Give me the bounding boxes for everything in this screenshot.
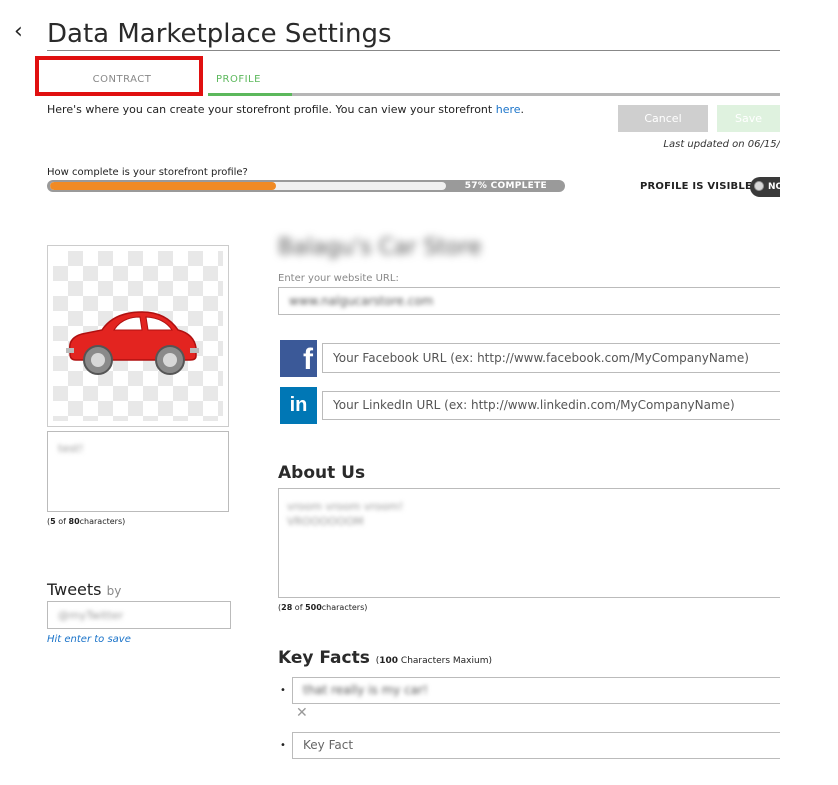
tab-profile[interactable]: PROFILE xyxy=(208,63,292,95)
remove-key-fact-icon[interactable]: ✕ xyxy=(296,705,308,721)
facebook-icon: f xyxy=(280,340,317,377)
facebook-url-input[interactable]: Your Facebook URL (ex: http://www.facebo… xyxy=(322,343,798,373)
profile-image[interactable] xyxy=(47,245,229,427)
tab-active-indicator xyxy=(208,93,292,96)
website-url-label: Enter your website URL: xyxy=(278,273,399,284)
progress-text: 57% COMPLETE xyxy=(464,181,547,191)
about-us-title: About Us xyxy=(278,463,366,483)
progress-label: How complete is your storefront profile? xyxy=(47,167,248,178)
tagline-value: test! xyxy=(58,442,84,455)
about-us-textarea[interactable]: vroom vroom vroom! VROOOOOOM xyxy=(278,488,798,598)
key-fact-bullet: • xyxy=(280,685,286,696)
intro-text: Here's where you can create your storefr… xyxy=(47,103,525,116)
cancel-button[interactable]: Cancel xyxy=(618,105,708,132)
tweets-hint: Hit enter to save xyxy=(47,634,131,645)
key-fact-bullet: • xyxy=(280,740,286,751)
key-facts-title: Key Facts (100 Characters Maxium) xyxy=(278,648,492,668)
viewport-clip xyxy=(780,0,838,785)
linkedin-url-input[interactable]: Your LinkedIn URL (ex: http://www.linked… xyxy=(322,391,798,420)
car-icon xyxy=(66,311,199,375)
key-fact-input[interactable]: that really is my car! xyxy=(292,677,798,704)
about-char-count: (28 of 500characters) xyxy=(278,603,368,612)
new-key-fact-input[interactable]: Key Fact xyxy=(292,732,798,759)
tab-underline xyxy=(208,93,780,96)
progress-bar: 57% COMPLETE xyxy=(47,180,565,192)
store-name: Balagu's Car Store xyxy=(278,235,482,260)
tweets-input[interactable]: @myTwitter xyxy=(47,601,231,629)
tagline-char-count: (5 of 80characters) xyxy=(47,517,126,526)
tweets-title: Tweets by xyxy=(47,580,122,599)
last-updated: Last updated on 06/15/ xyxy=(663,139,780,150)
linkedin-icon: in xyxy=(280,387,317,424)
save-button[interactable]: Save xyxy=(717,105,780,132)
storefront-link[interactable]: here xyxy=(496,103,521,116)
website-url-input[interactable]: www.nalgucarstore.com xyxy=(278,287,798,315)
page-title: Data Marketplace Settings xyxy=(47,19,392,49)
about-us-value: vroom vroom vroom! VROOOOOOM xyxy=(287,500,404,528)
profile-visible-label: PROFILE IS VISIBLE xyxy=(640,181,752,192)
tagline-textarea[interactable]: test! xyxy=(47,431,229,512)
toggle-knob xyxy=(754,181,764,191)
title-divider xyxy=(47,50,780,51)
progress-fill xyxy=(50,182,276,190)
back-icon[interactable]: ‹ xyxy=(14,20,34,44)
contract-tab-highlight xyxy=(35,56,203,96)
